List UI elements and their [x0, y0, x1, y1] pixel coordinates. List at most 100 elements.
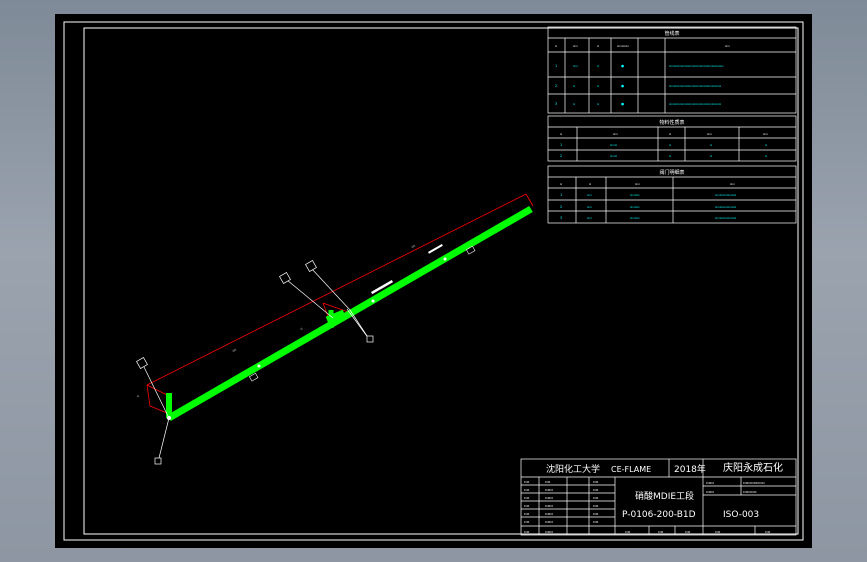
svg-text:▫▫▫▫▫▫▫▫▫▫▫▫▫▫▫▫▫▫▫▫▫▫▫: ▫▫▫▫▫▫▫▫▫▫▫▫▫▫▫▫▫▫▫▫▫▫▫ — [669, 64, 724, 68]
svg-text:●: ● — [621, 84, 624, 88]
drawing-number: ISO-003 — [723, 510, 759, 520]
svg-text:▫▫: ▫▫ — [725, 44, 730, 48]
valve-table: 阀门明细表 ▫ ▫ ▫▫ ▫▫ 1 ▫▫ ▫▫▫▫ ▫▫▫▫▫▫▫▫▫ 2 ▫▫ ▫▫▫▫ ▫▫▫… — [547, 165, 797, 224]
svg-text:●: ● — [621, 102, 624, 106]
svg-text:▫: ▫ — [669, 154, 671, 158]
dimension-lines — [146, 193, 534, 414]
isometric-drawing-sheet: 管线表 ▫ ▫▫ ▫ ▫▫▫▫▫ ▫▫ 1 ▫▫ ▫ ● ▫▫▫▫▫▫▫▫▫▫▫▫▫▫▫▫▫▫▫… — [63, 21, 804, 541]
tag-callout-5[interactable] — [366, 335, 374, 343]
svg-text:3: 3 — [560, 216, 562, 220]
svg-text:▫▫▫: ▫▫▫ — [545, 511, 553, 516]
svg-text:▫: ▫ — [597, 102, 599, 106]
svg-text:▫: ▫ — [669, 143, 671, 147]
svg-text:▫: ▫ — [573, 84, 575, 88]
svg-text:▫▫▫: ▫▫▫ — [545, 503, 553, 508]
svg-text:▫▫: ▫▫ — [524, 529, 530, 534]
tag-callout-4[interactable] — [154, 457, 162, 465]
tag-callout-1[interactable] — [136, 357, 148, 369]
svg-text:▫: ▫ — [765, 143, 767, 147]
svg-text:▫▫▫▫: ▫▫▫▫ — [630, 216, 640, 220]
svg-text:▫▫▫: ▫▫▫ — [545, 495, 553, 500]
svg-text:▫▫: ▫▫ — [593, 511, 599, 516]
svg-text:▫▫▫▫▫▫▫▫▫: ▫▫▫▫▫▫▫▫▫ — [715, 216, 736, 220]
material-table: 物料性质表 ▫ ▫▫ ▫ ▫▫ ▫▫ 1 ▫▫▫ ▫ ▫ ▫ 2 ▫▫▫ ▫ ▫ ▫ — [547, 115, 797, 162]
svg-text:▫▫▫▫▫▫▫▫: ▫▫▫▫▫▫▫▫ — [743, 480, 765, 485]
piping-table: 管线表 ▫ ▫▫ ▫ ▫▫▫▫▫ ▫▫ 1 ▫▫ ▫ ● ▫▫▫▫▫▫▫▫▫▫▫▫▫▫▫▫▫▫▫… — [547, 26, 797, 114]
svg-text:▫▫: ▫▫ — [411, 243, 417, 249]
svg-text:▫▫▫▫▫: ▫▫▫▫▫ — [743, 489, 757, 494]
svg-text:▫▫: ▫▫ — [232, 347, 238, 353]
svg-text:▫: ▫ — [573, 102, 575, 106]
svg-text:▫▫: ▫▫ — [715, 529, 721, 534]
svg-text:▫▫▫▫▫▫▫▫▫▫▫▫▫▫▫▫▫▫▫▫▫▫: ▫▫▫▫▫▫▫▫▫▫▫▫▫▫▫▫▫▫▫▫▫▫ — [669, 102, 721, 106]
svg-text:1: 1 — [560, 193, 562, 197]
svg-text:▫: ▫ — [589, 182, 591, 186]
year-label: 2018年 — [674, 463, 706, 475]
svg-text:▫▫▫: ▫▫▫ — [545, 529, 553, 534]
svg-text:▫▫: ▫▫ — [765, 529, 771, 534]
svg-text:▫▫: ▫▫ — [593, 487, 599, 492]
svg-text:▫: ▫ — [137, 394, 139, 398]
svg-text:▫▫▫▫▫▫▫▫▫: ▫▫▫▫▫▫▫▫▫ — [715, 205, 736, 209]
tag-callouts[interactable] — [136, 245, 476, 465]
svg-text:▫▫: ▫▫ — [658, 529, 664, 534]
svg-text:▫▫▫: ▫▫▫ — [610, 143, 617, 147]
svg-text:▫▫: ▫▫ — [625, 529, 631, 534]
valve-table-title: 阀门明细表 — [659, 169, 684, 176]
svg-text:▫: ▫ — [555, 44, 557, 48]
title-block: ▫▫ ▫▫ ▫▫ ▫▫ ▫▫▫ ▫▫ ▫▫ ▫▫▫ ▫▫ ▫▫ ▫▫▫ ▫▫ ▫▫ ▫▫▫ ▫▫ ▫… — [520, 458, 797, 536]
isometric-pipe-group[interactable]: ▫▫ ▫▫ ▫ ▫ — [136, 193, 534, 465]
svg-text:●: ● — [621, 64, 624, 68]
piping-table-title: 管线表 — [664, 30, 679, 37]
svg-text:3: 3 — [555, 102, 557, 106]
svg-text:▫▫▫▫▫▫▫▫▫: ▫▫▫▫▫▫▫▫▫ — [715, 193, 736, 197]
svg-text:▫▫▫: ▫▫▫ — [545, 519, 553, 524]
svg-text:▫▫: ▫▫ — [524, 487, 530, 492]
svg-text:▫▫: ▫▫ — [593, 519, 599, 524]
outer-frame — [63, 21, 804, 541]
svg-text:▫▫: ▫▫ — [524, 519, 530, 524]
svg-text:▫▫: ▫▫ — [707, 132, 712, 136]
svg-text:▫: ▫ — [710, 143, 712, 147]
svg-text:▫▫: ▫▫ — [613, 132, 618, 136]
svg-text:▫▫: ▫▫ — [593, 495, 599, 500]
svg-text:▫▫: ▫▫ — [763, 132, 768, 136]
svg-text:▫▫▫▫: ▫▫▫▫ — [630, 193, 640, 197]
svg-text:▫▫: ▫▫ — [635, 182, 640, 186]
svg-text:▫▫: ▫▫ — [524, 503, 530, 508]
svg-text:▫▫: ▫▫ — [593, 503, 599, 508]
svg-text:▫▫: ▫▫ — [685, 529, 691, 534]
svg-text:▫▫: ▫▫ — [730, 182, 735, 186]
svg-text:▫: ▫ — [300, 326, 304, 330]
frame-label: CE-FLAME — [611, 465, 651, 474]
svg-text:▫▫: ▫▫ — [524, 511, 530, 516]
svg-text:▫: ▫ — [710, 154, 712, 158]
svg-text:▫: ▫ — [597, 44, 599, 48]
svg-text:2: 2 — [555, 84, 557, 88]
leader-lines — [143, 267, 370, 459]
svg-text:2: 2 — [560, 205, 562, 209]
material-table-title: 物料性质表 — [659, 119, 684, 126]
svg-text:1: 1 — [560, 143, 562, 147]
cad-viewport[interactable]: 管线表 ▫ ▫▫ ▫ ▫▫▫▫▫ ▫▫ 1 ▫▫ ▫ ● ▫▫▫▫▫▫▫▫▫▫▫▫▫▫▫▫▫▫▫… — [55, 14, 812, 548]
svg-text:▫▫: ▫▫ — [524, 495, 530, 500]
svg-text:▫: ▫ — [560, 132, 562, 136]
svg-text:▫▫▫: ▫▫▫ — [545, 487, 553, 492]
svg-text:▫: ▫ — [597, 64, 599, 68]
svg-text:▫▫▫▫▫: ▫▫▫▫▫ — [617, 44, 629, 48]
svg-text:▫: ▫ — [669, 132, 671, 136]
drawing-name: 硝酸MDIE工段 — [635, 490, 694, 502]
svg-text:▫▫: ▫▫ — [587, 193, 592, 197]
svg-text:▫▫: ▫▫ — [587, 216, 592, 220]
tag-callout-3[interactable] — [305, 260, 317, 272]
svg-text:▫: ▫ — [597, 84, 599, 88]
svg-text:▫▫▫▫: ▫▫▫▫ — [630, 205, 640, 209]
svg-text:2: 2 — [560, 154, 562, 158]
svg-text:▫▫▫: ▫▫▫ — [706, 489, 714, 494]
line-number: P-0106-200-B1D — [622, 510, 696, 520]
svg-text:▫▫: ▫▫ — [593, 479, 599, 484]
svg-text:▫: ▫ — [765, 154, 767, 158]
svg-text:▫▫: ▫▫ — [573, 44, 578, 48]
svg-text:▫▫: ▫▫ — [573, 64, 578, 68]
svg-text:1: 1 — [555, 64, 557, 68]
